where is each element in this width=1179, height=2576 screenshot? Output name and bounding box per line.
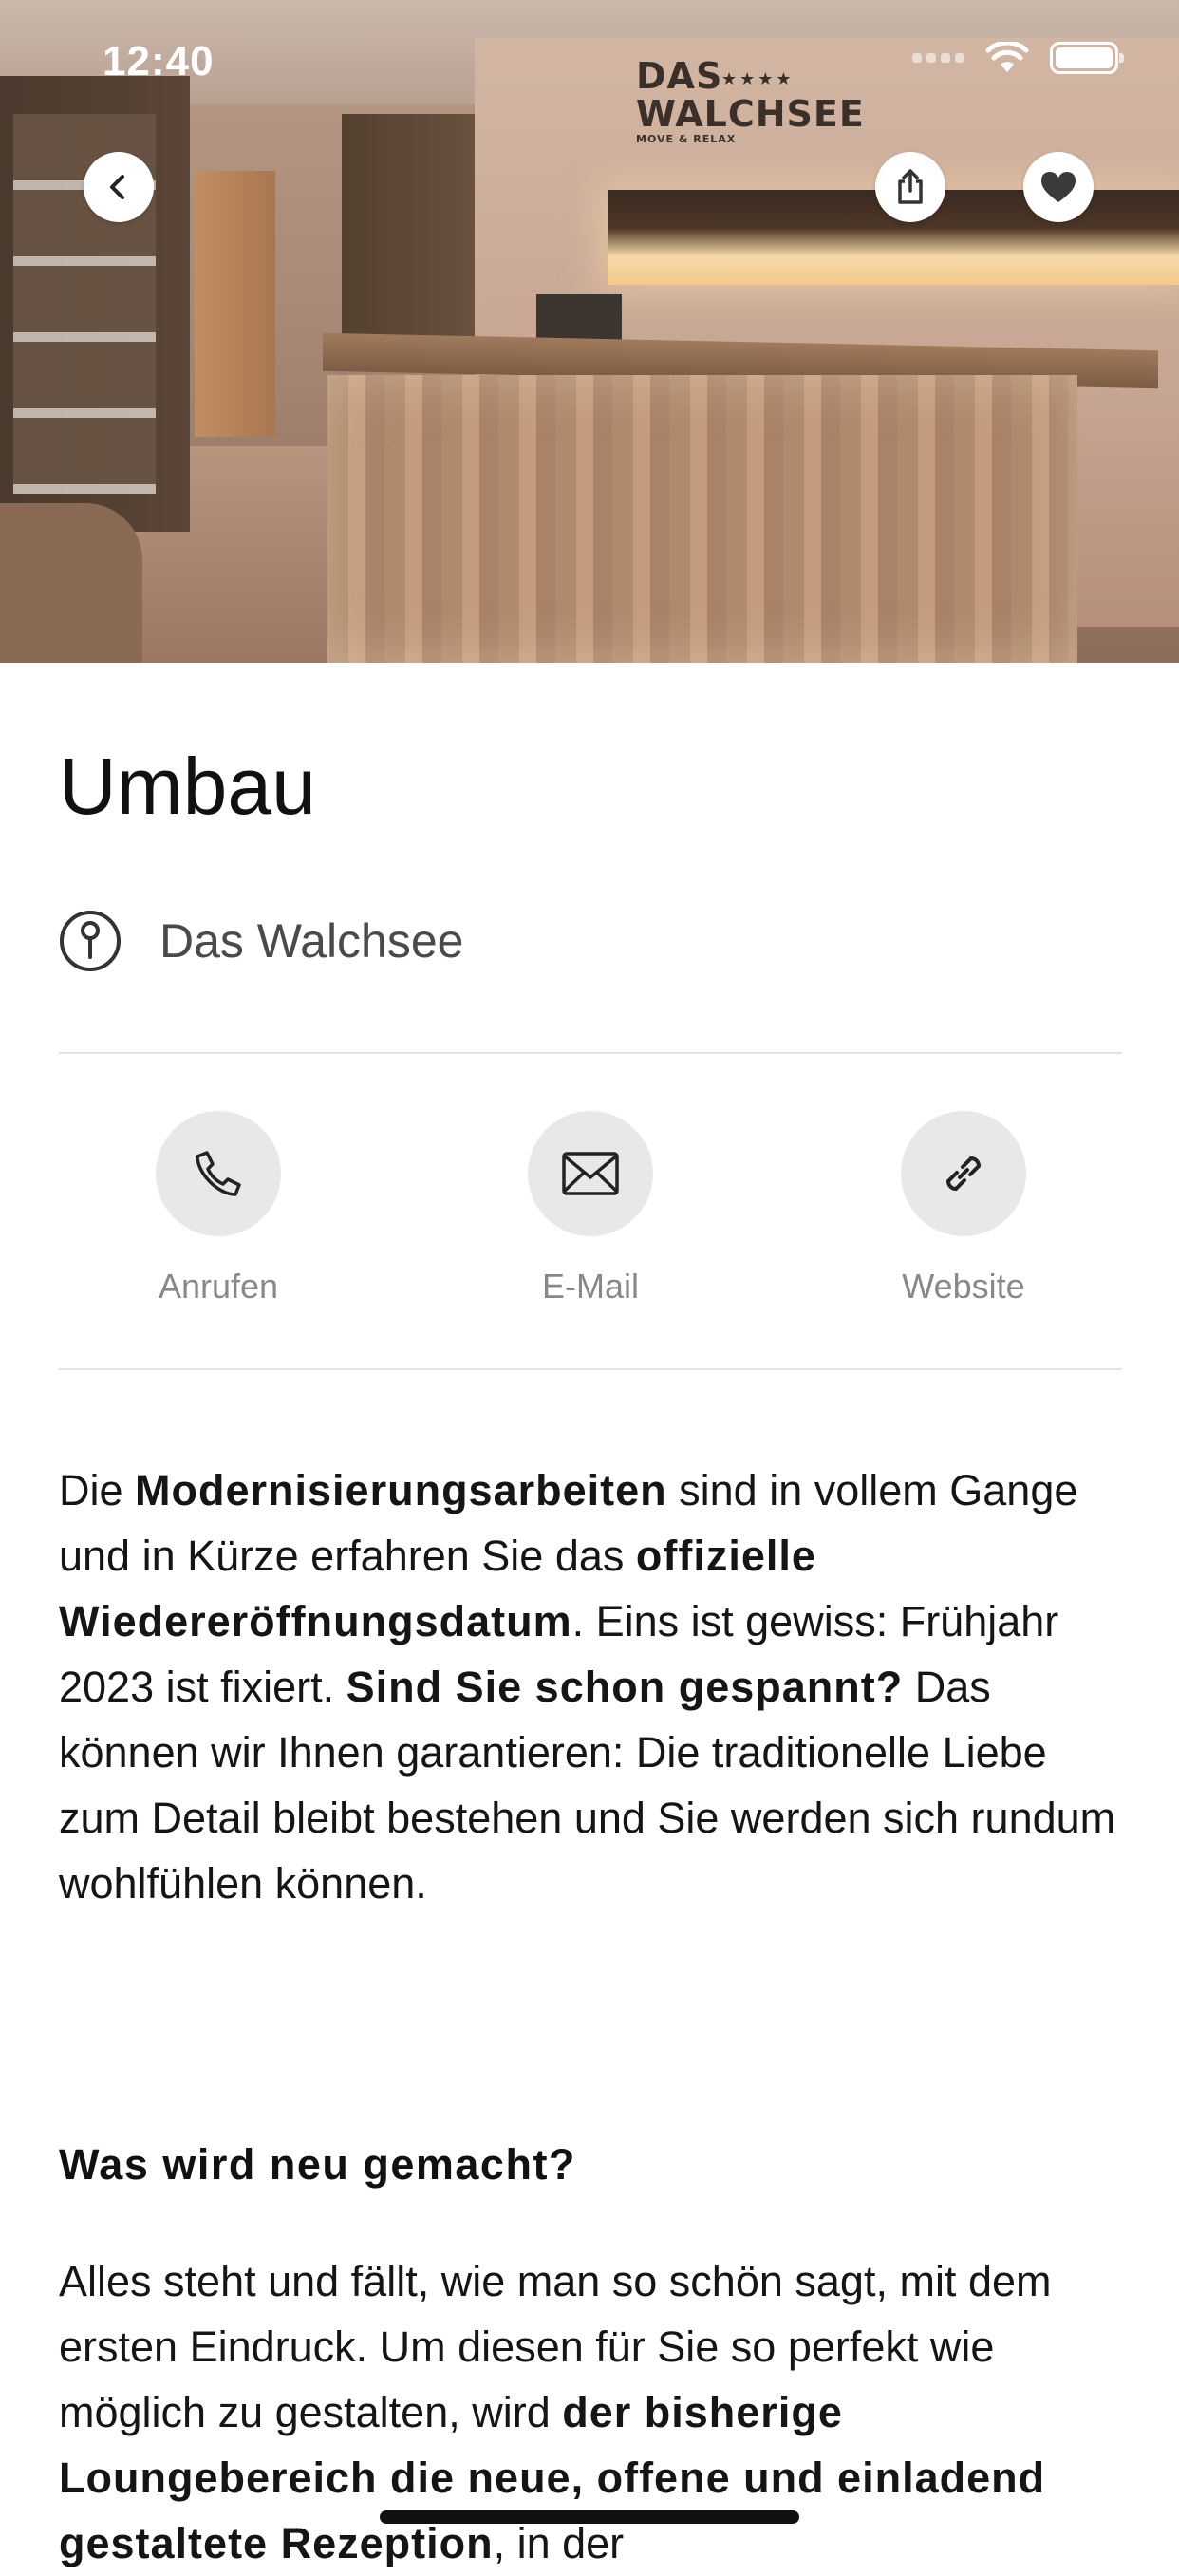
divider-top [59, 1052, 1122, 1054]
mail-icon [562, 1152, 619, 1195]
website-button[interactable] [901, 1111, 1026, 1236]
website-label: Website [902, 1267, 1025, 1306]
description-paragraph-1: Die Modernisierungsarbeiten sind in voll… [59, 1457, 1132, 1916]
website-action[interactable]: Website [859, 1111, 1068, 1307]
chevron-left-icon [110, 175, 124, 199]
contact-actions: Anrufen E-Mail Website [59, 1111, 1122, 1320]
heart-icon [1041, 172, 1076, 202]
sign-subtext: MOVE & RELAX [636, 133, 737, 145]
status-time: 12:40 [103, 38, 215, 85]
email-action[interactable]: E-Mail [486, 1111, 695, 1307]
description-paragraph-2: Alles steht und fällt, wie man so schön … [59, 2248, 1132, 2576]
favorite-button[interactable] [1023, 152, 1094, 222]
bold-text-run: Modernisierungsarbeiten [135, 1466, 667, 1514]
call-button[interactable] [156, 1111, 281, 1236]
email-button[interactable] [528, 1111, 653, 1236]
call-label: Anrufen [158, 1267, 279, 1306]
text-run: Alles steht und fällt, wie man so schön … [59, 2257, 1052, 2436]
link-icon [945, 1156, 982, 1192]
bold-text-run: Sind Sie schon gespannt? [346, 1663, 904, 1711]
hero-reception-counter [328, 375, 1077, 663]
page-title: Umbau [59, 742, 316, 831]
hero-shelf-mid [342, 114, 475, 361]
hero-image: ★★★★ DAS WALCHSEE MOVE & RELAX [0, 0, 1179, 663]
battery-icon [1050, 42, 1124, 74]
hero-door [195, 171, 275, 437]
section-heading: Was wird neu gemacht? [59, 2140, 576, 2189]
location-pin-icon [60, 911, 121, 971]
call-action[interactable]: Anrufen [114, 1111, 323, 1307]
hero-chair [0, 503, 142, 663]
hero-shelf [0, 76, 190, 532]
email-label: E-Mail [541, 1267, 639, 1306]
text-run: , in der [493, 2519, 625, 2567]
cellular-signal-icon [912, 53, 964, 63]
status-icons [912, 42, 1124, 74]
home-indicator[interactable] [380, 2510, 799, 2524]
wifi-icon [985, 42, 1029, 72]
share-button[interactable] [875, 152, 945, 222]
location-name: Das Walchsee [159, 914, 464, 968]
location-row[interactable]: Das Walchsee [59, 910, 463, 972]
text-run: Die [59, 1466, 136, 1514]
divider-bottom [59, 1368, 1122, 1370]
hotel-sign-logo: ★★★★ DAS WALCHSEE MOVE & RELAX [636, 57, 864, 146]
share-icon [898, 169, 923, 204]
back-button[interactable] [84, 152, 154, 222]
phone-icon [196, 1151, 241, 1196]
sign-stars: ★★★★ [721, 69, 795, 89]
